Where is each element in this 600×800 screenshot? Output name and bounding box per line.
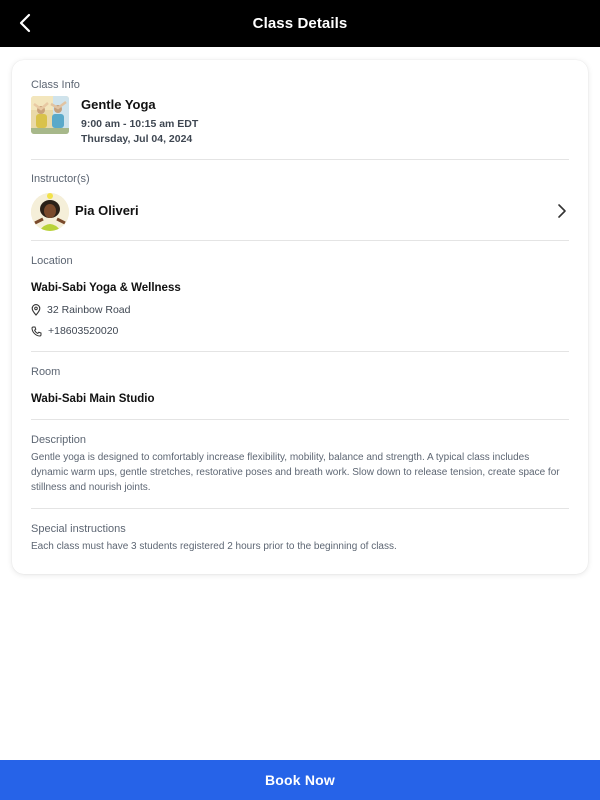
room-label: Room (31, 366, 61, 378)
instructor-avatar (31, 193, 69, 231)
divider (31, 159, 569, 160)
location-section: Location Wabi-Sabi Yoga & Wellness 32 Ra… (31, 255, 569, 340)
special-instructions-section: Special instructions Each class must hav… (31, 523, 569, 563)
description-text: Gentle yoga is designed to comfortably i… (31, 452, 560, 493)
book-now-button[interactable]: Book Now (0, 760, 600, 800)
location-address: 32 Rainbow Road (47, 304, 131, 316)
chevron-right-icon (558, 204, 566, 218)
class-time: 9:00 am - 10:15 am EDT (81, 118, 199, 130)
phone-icon (31, 326, 42, 337)
description-section: Description Gentle yoga is designed to c… (31, 434, 569, 504)
divider (31, 351, 569, 352)
description-label: Description (31, 434, 87, 446)
special-instructions-label: Special instructions (31, 523, 126, 535)
location-phone: +18603520020 (48, 325, 119, 337)
room-name: Wabi-Sabi Main Studio (31, 393, 155, 405)
class-name: Gentle Yoga (81, 97, 156, 112)
location-phone-row[interactable]: +18603520020 (31, 325, 118, 337)
divider (31, 419, 569, 420)
location-name: Wabi-Sabi Yoga & Wellness (31, 282, 181, 294)
room-section: Room Wabi-Sabi Main Studio (31, 366, 569, 416)
special-instructions-text: Each class must have 3 students register… (31, 541, 397, 552)
back-button[interactable] (8, 6, 42, 40)
instructor-section: Instructor(s) Pia Oliveri (31, 173, 569, 233)
divider (31, 508, 569, 509)
instructor-name: Pia Oliveri (75, 203, 139, 218)
page-title: Class Details (252, 15, 348, 32)
instructor-row[interactable]: Pia Oliveri (31, 193, 569, 231)
chevron-left-icon (19, 13, 31, 33)
class-info-section: Class Info Gentle Yoga 9:00 am - 10:15 a… (31, 79, 569, 169)
class-date: Thursday, Jul 04, 2024 (81, 133, 193, 145)
class-details-card: Class Info Gentle Yoga 9:00 am - 10:15 a… (12, 60, 588, 574)
location-label: Location (31, 255, 73, 267)
instructor-label: Instructor(s) (31, 173, 90, 185)
location-address-row[interactable]: 32 Rainbow Road (31, 304, 130, 316)
class-thumbnail (31, 96, 69, 134)
app-header: Class Details (0, 0, 600, 47)
map-pin-icon (31, 304, 41, 316)
class-info-label: Class Info (31, 79, 80, 91)
divider (31, 240, 569, 241)
